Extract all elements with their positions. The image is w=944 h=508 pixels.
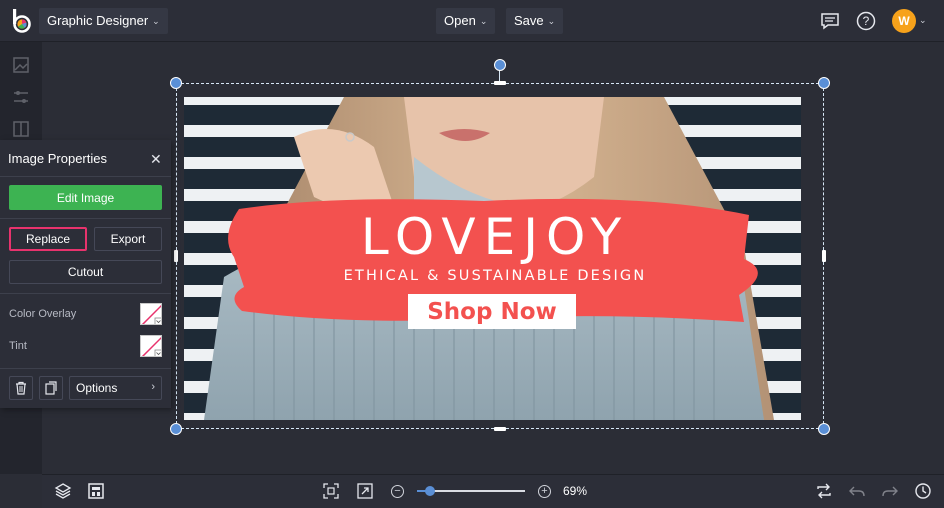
cutout-button[interactable]: Cutout: [9, 260, 162, 284]
export-button[interactable]: Export: [94, 227, 162, 251]
save-label: Save: [514, 13, 544, 28]
top-bar: Graphic Designer ⌄ Open ⌄ Save ⌄ ? W ⌄: [0, 0, 944, 42]
app-window: Graphic Designer ⌄ Open ⌄ Save ⌄ ? W ⌄ L…: [0, 0, 944, 508]
chevron-right-icon: ›: [151, 381, 155, 393]
delete-button[interactable]: [9, 376, 33, 400]
replace-label: Replace: [25, 232, 71, 246]
expand-icon[interactable]: [356, 482, 374, 500]
export-label: Export: [110, 232, 146, 246]
template-icon[interactable]: [87, 482, 105, 500]
cutout-label: Cutout: [67, 265, 104, 279]
tint-label: Tint: [9, 340, 27, 352]
swap-icon[interactable]: [815, 482, 833, 500]
resize-handle-top-right[interactable]: [818, 77, 830, 89]
selection-box[interactable]: [176, 83, 824, 429]
redo-icon[interactable]: [881, 482, 899, 500]
fit-screen-icon[interactable]: [322, 482, 340, 500]
edit-image-button[interactable]: Edit Image: [9, 185, 162, 210]
chevron-down-icon: ⌄: [152, 16, 160, 26]
color-overlay-swatch[interactable]: [140, 303, 162, 325]
history-icon[interactable]: [914, 482, 932, 500]
image-properties-panel: Image Properties ✕ Edit Image Replace Ex…: [0, 140, 171, 408]
avatar[interactable]: W: [892, 9, 916, 33]
zoom-out-button[interactable]: −: [391, 485, 404, 498]
close-icon[interactable]: ✕: [150, 151, 162, 168]
copy-icon: [45, 381, 57, 395]
chevron-down-icon: ⌄: [479, 16, 488, 26]
resize-handle-bottom-left[interactable]: [170, 423, 182, 435]
resize-handle-bottom-right[interactable]: [818, 423, 830, 435]
help-icon[interactable]: ?: [854, 9, 878, 33]
rotate-handle[interactable]: [494, 59, 506, 71]
adjust-icon[interactable]: [12, 88, 30, 106]
layers-icon[interactable]: [54, 482, 72, 500]
chevron-down-icon[interactable]: ⌄: [919, 15, 927, 26]
replace-button[interactable]: Replace: [9, 227, 87, 251]
zoom-slider-knob[interactable]: [424, 486, 435, 496]
options-label: Options: [76, 381, 118, 395]
trash-icon: [16, 381, 26, 395]
duplicate-button[interactable]: [39, 376, 63, 400]
project-menu-label: Graphic Designer: [47, 13, 149, 28]
open-button[interactable]: Open ⌄: [436, 8, 496, 34]
open-label: Open: [444, 13, 476, 28]
avatar-initial: W: [898, 14, 910, 28]
zoom-value: 69%: [563, 484, 588, 498]
options-button[interactable]: Options ›: [69, 376, 162, 400]
divider: [0, 218, 171, 219]
no-color-icon: [141, 304, 161, 324]
resize-handle-right[interactable]: [822, 250, 826, 262]
save-button[interactable]: Save ⌄: [506, 8, 564, 34]
image-tool-icon[interactable]: [12, 56, 30, 74]
edit-image-label: Edit Image: [56, 190, 115, 205]
undo-icon[interactable]: [848, 482, 866, 500]
no-color-icon: [141, 336, 161, 356]
divider: [0, 368, 171, 369]
project-menu-button[interactable]: Graphic Designer ⌄: [39, 8, 168, 34]
chat-icon[interactable]: [818, 9, 842, 33]
zoom-in-button[interactable]: +: [538, 485, 551, 498]
logo-icon[interactable]: [10, 8, 34, 34]
chevron-down-icon: ⌄: [547, 16, 556, 26]
divider: [0, 293, 171, 294]
divider: [0, 176, 171, 177]
resize-handle-bottom[interactable]: [494, 427, 506, 431]
layout-icon[interactable]: [12, 120, 30, 138]
resize-handle-left[interactable]: [174, 250, 178, 262]
tint-swatch[interactable]: [140, 335, 162, 357]
svg-text:?: ?: [863, 14, 870, 28]
resize-handle-top[interactable]: [494, 81, 506, 85]
color-overlay-label: Color Overlay: [9, 308, 77, 320]
panel-title: Image Properties: [8, 151, 107, 166]
resize-handle-top-left[interactable]: [170, 77, 182, 89]
